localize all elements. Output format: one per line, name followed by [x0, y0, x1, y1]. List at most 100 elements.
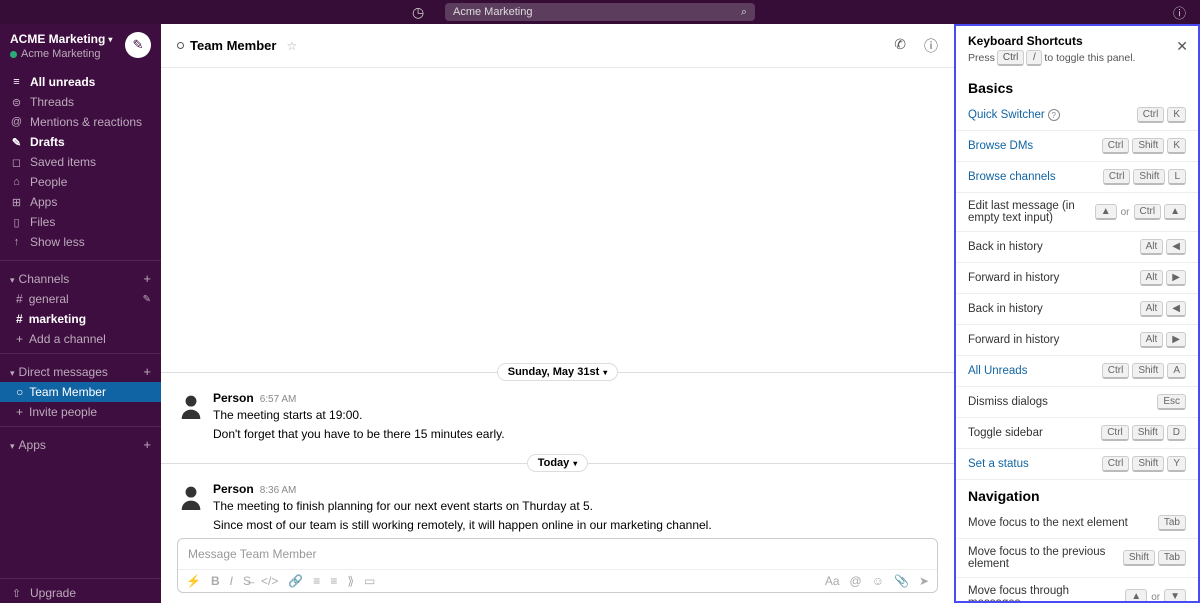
strike-icon[interactable]: S̶ — [243, 574, 251, 588]
shortcut-label[interactable]: Quick Switcher? — [968, 109, 1131, 122]
key: ▶ — [1166, 332, 1186, 348]
shortcut-row: Back in historyAlt◀ — [956, 294, 1198, 325]
nav-mentions-reactions[interactable]: @Mentions & reactions — [0, 112, 161, 132]
avatar[interactable] — [177, 391, 205, 419]
shortcuts-icon[interactable]: ⚡ — [186, 574, 201, 588]
help-icon[interactable]: ? — [1048, 109, 1060, 121]
nav-all-unreads[interactable]: ≡All unreads — [0, 72, 161, 92]
key: Shift — [1123, 550, 1155, 566]
shortcut-label: Edit last message (in empty text input) — [968, 200, 1089, 224]
key: Shift — [1132, 363, 1164, 379]
key: Esc — [1157, 394, 1186, 410]
shortcut-row: Move focus to the previous elementShiftT… — [956, 539, 1198, 578]
search-icon: ⌕ — [741, 6, 747, 19]
key: Shift — [1132, 456, 1164, 472]
workspace-switcher[interactable]: ACME Marketing▾ — [10, 32, 112, 46]
key: ▲ — [1125, 589, 1147, 603]
section-dms[interactable]: ▾Direct messages+ — [0, 358, 161, 382]
key: Alt — [1140, 301, 1164, 317]
message: Person6:57 AMThe meeting starts at 19:00… — [161, 387, 954, 447]
shortcut-label[interactable]: Set a status — [968, 458, 1096, 470]
sc-section-title: Basics — [956, 72, 1198, 100]
edit-icon[interactable]: ✎ — [143, 294, 151, 305]
compose-button[interactable]: ✎ — [125, 32, 151, 58]
bold-icon[interactable]: B — [211, 574, 220, 588]
sc-section-title: Navigation — [956, 480, 1198, 508]
key: ▲ — [1095, 204, 1117, 220]
shortcut-label[interactable]: All Unreads — [968, 365, 1096, 377]
italic-icon[interactable]: I — [230, 574, 233, 588]
section-channels[interactable]: ▾Channels+ — [0, 265, 161, 289]
composer-placeholder[interactable]: Message Team Member — [178, 539, 937, 569]
ul-icon[interactable]: ≡ — [330, 574, 337, 588]
message-author[interactable]: Person — [213, 482, 254, 496]
key: Alt — [1140, 239, 1164, 255]
history-icon[interactable]: ◷ — [412, 4, 424, 21]
key: A — [1167, 363, 1186, 379]
message-author[interactable]: Person — [213, 391, 254, 405]
search-text: Acme Marketing — [453, 6, 532, 18]
codeblock-icon[interactable]: ▭ — [364, 574, 375, 588]
shortcut-row: Edit last message (in empty text input) ▲… — [956, 193, 1198, 232]
shortcut-label: Toggle sidebar — [968, 427, 1095, 439]
key: L — [1168, 169, 1186, 185]
nav-apps[interactable]: ⊞Apps — [0, 192, 161, 212]
star-icon[interactable]: ☆ — [286, 39, 297, 53]
nav-threads[interactable]: ⊜Threads — [0, 92, 161, 112]
code-icon[interactable]: </> — [261, 574, 278, 588]
format-icon[interactable]: Aa — [825, 574, 840, 588]
presence-indicator — [177, 42, 184, 49]
shortcut-label: Back in history — [968, 241, 1134, 253]
add-dms-icon[interactable]: + — [143, 364, 151, 379]
info-icon[interactable]: ⓘ — [924, 36, 938, 56]
channel-title[interactable]: Team Member ☆ — [177, 38, 297, 53]
key: D — [1167, 425, 1186, 441]
attach-icon[interactable]: 📎 — [894, 574, 909, 588]
section-apps[interactable]: ▾Apps+ — [0, 431, 161, 455]
nav-files[interactable]: ▯Files — [0, 212, 161, 232]
message-text: Since most of our team is still working … — [213, 516, 712, 534]
dms-item-team-member[interactable]: ○Team Member — [0, 382, 161, 402]
shortcut-label[interactable]: Browse DMs — [968, 140, 1096, 152]
avatar[interactable] — [177, 482, 205, 510]
upgrade-button[interactable]: ⇧Upgrade — [0, 583, 161, 603]
shortcut-row: Forward in historyAlt▶ — [956, 263, 1198, 294]
key: Alt — [1140, 270, 1164, 286]
nav-people[interactable]: ⌂People — [0, 172, 161, 192]
help-icon[interactable]: ⓘ — [1173, 3, 1186, 22]
close-icon[interactable]: ✕ — [1176, 38, 1188, 55]
message-composer[interactable]: Message Team Member ⚡ B I S̶ </> 🔗 ≡ ≡ ⟫… — [177, 538, 938, 593]
shortcut-label[interactable]: Browse channels — [968, 171, 1097, 183]
channels-item-add-a-channel[interactable]: +Add a channel — [0, 329, 161, 349]
key: Ctrl — [1102, 138, 1130, 154]
quote-icon[interactable]: ⟫ — [347, 574, 354, 588]
emoji-icon[interactable]: ☺ — [872, 574, 884, 588]
search-input[interactable]: Acme Marketing ⌕ — [445, 3, 755, 21]
shortcut-row: Quick Switcher?CtrlK — [956, 100, 1198, 131]
nav-saved-items[interactable]: ◻Saved items — [0, 152, 161, 172]
key: Y — [1167, 456, 1186, 472]
key: Ctrl — [1137, 107, 1165, 123]
date-divider[interactable]: Today ▾ — [527, 454, 589, 472]
key: Shift — [1133, 169, 1165, 185]
mention-icon[interactable]: @ — [850, 574, 862, 588]
sidebar: ACME Marketing▾ Acme Marketing ✎ ≡All un… — [0, 24, 161, 603]
nav-drafts[interactable]: ✎Drafts — [0, 132, 161, 152]
ol-icon[interactable]: ≡ — [313, 574, 320, 588]
key: ▼ — [1164, 589, 1186, 603]
message: Person8:36 AMThe meeting to finish plann… — [161, 478, 954, 538]
key: Alt — [1140, 332, 1164, 348]
link-icon[interactable]: 🔗 — [288, 574, 303, 588]
key: Tab — [1158, 515, 1186, 531]
send-icon[interactable]: ➤ — [919, 574, 929, 588]
add-channels-icon[interactable]: + — [143, 271, 151, 286]
shortcut-row: All UnreadsCtrlShiftA — [956, 356, 1198, 387]
date-divider[interactable]: Sunday, May 31st ▾ — [497, 363, 619, 381]
channels-item-general[interactable]: #general✎ — [0, 289, 161, 309]
dms-item-invite-people[interactable]: +Invite people — [0, 402, 161, 422]
channels-item-marketing[interactable]: #marketing — [0, 309, 161, 329]
shortcut-row: Move focus to the next elementTab — [956, 508, 1198, 539]
add-apps-icon[interactable]: + — [143, 437, 151, 452]
call-icon[interactable]: ✆ — [894, 36, 906, 56]
nav-show-less[interactable]: ↑Show less — [0, 232, 161, 252]
